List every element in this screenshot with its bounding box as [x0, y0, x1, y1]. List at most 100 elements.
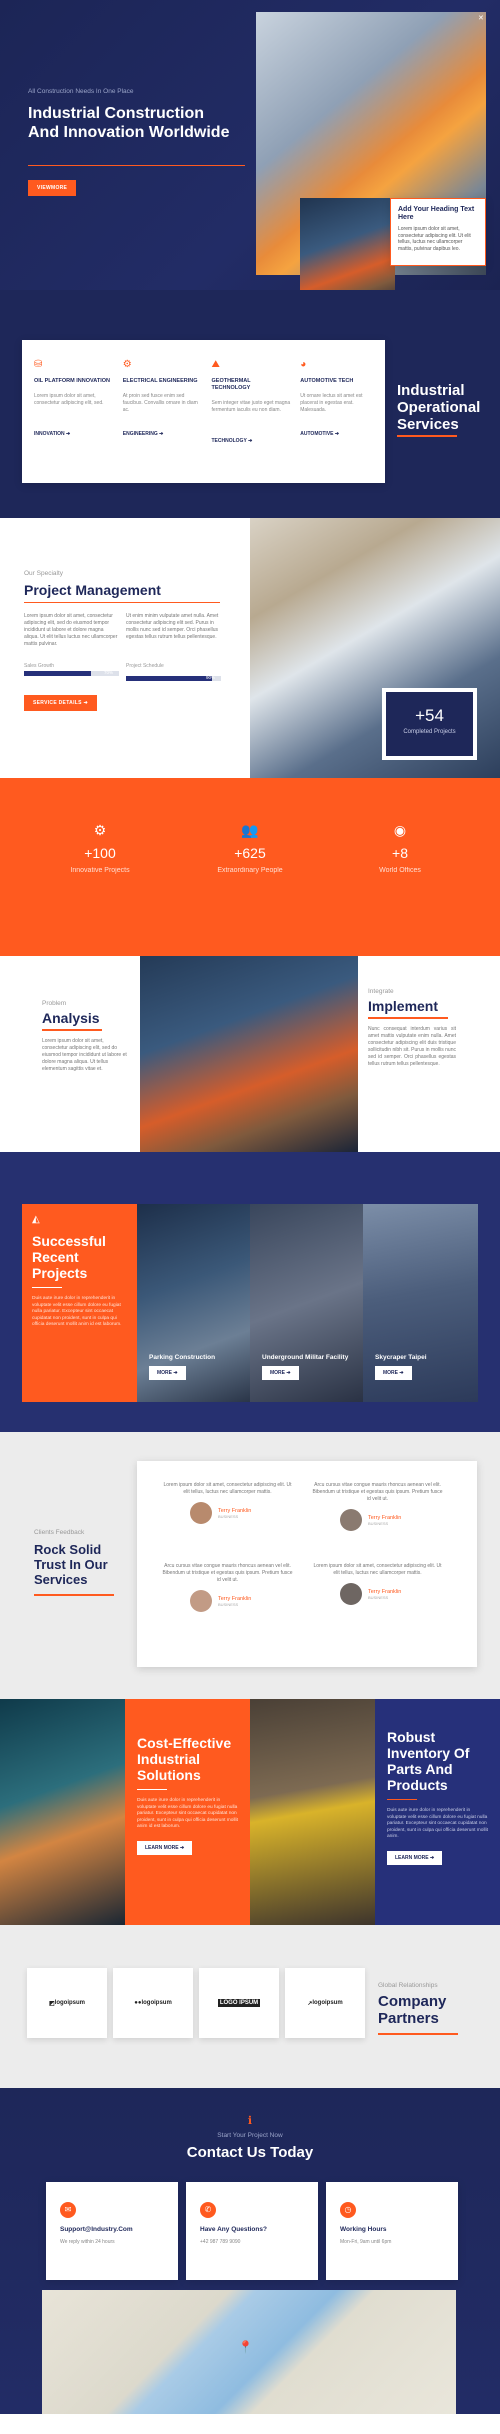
sales-growth-bar: 70%: [24, 670, 119, 676]
stat-value: +54: [415, 706, 444, 725]
service-title: OIL PLATFORM INNOVATION: [34, 378, 110, 384]
testimonials-underline: [34, 1594, 114, 1596]
bar1-label: Sales Growth: [24, 663, 55, 669]
stat-caption: Extraordinary People: [217, 867, 283, 874]
services-heading: Industrial Operational Services: [397, 382, 481, 433]
hero-divider: [28, 165, 245, 166]
callout-title: Add Your Heading Text Here: [398, 206, 475, 221]
hours-card[interactable]: ◷ Working Hours Mon-Fri, 9am until 6pm: [326, 2182, 458, 2280]
service-text: Sem integer vitae justo eget magna ferme…: [211, 400, 291, 413]
completed-projects-badge: +54 Completed Projects: [382, 688, 477, 760]
partner-logo[interactable]: LOGO IPSUM: [199, 1968, 279, 2038]
project-card-skyscraper[interactable]: Skycraper Taipei MORE ➔: [363, 1204, 478, 1402]
testimonials-title: Rock Solid Trust In Our Services: [34, 1542, 108, 1587]
info-icon: ℹ: [247, 2115, 253, 2127]
location-map[interactable]: 📍: [42, 2290, 456, 2414]
contact-section: ℹ Start Your Project Now Contact Us Toda…: [0, 2088, 500, 2414]
hero-section: All Construction Needs In One Place Indu…: [0, 0, 500, 290]
implement-underline: [368, 1017, 448, 1019]
partners-underline: [378, 2033, 458, 2035]
stats-section: ⚙ +100 Innovative Projects 👥 +625 Extrao…: [0, 778, 500, 956]
stat-label: Completed Projects: [403, 729, 456, 735]
more-button[interactable]: MORE ➔: [375, 1366, 412, 1380]
email-card[interactable]: ✉ Support@Industry.Com We reply within 2…: [46, 2182, 178, 2280]
inventory-title: Robust Inventory Of Parts And Products: [387, 1729, 470, 1793]
analysis-section: Problem Analysis Lorem ipsum dolor sit a…: [0, 956, 500, 1152]
geothermal-icon: ⛰: [211, 359, 220, 370]
more-button[interactable]: MORE ➔: [149, 1366, 186, 1380]
testimonial-item: Lorem ipsum dolor sit amet, consectetur …: [160, 1482, 310, 1531]
learn-more-button-2[interactable]: LEARN MORE ➔: [387, 1850, 443, 1865]
briefcase-icon: ◭: [32, 1214, 40, 1225]
close-icon[interactable]: ✕: [478, 14, 484, 22]
stat-number: +100: [84, 845, 116, 861]
testimonial-grid: Lorem ipsum dolor sit amet, consectetur …: [160, 1482, 460, 1612]
service-text: Ut ornare lectus sit amet est placerat i…: [300, 393, 363, 413]
partner-logo[interactable]: ↗ logoipsum: [285, 1968, 365, 2038]
contact-title: Contact Us Today: [186, 2144, 314, 2161]
innovation-link[interactable]: INNOVATION ➔: [34, 431, 113, 437]
stat-item: ⚙ +100 Innovative Projects: [50, 822, 150, 874]
implement-text: Nunc consequat interdum varius sit amet …: [368, 1026, 456, 1067]
view-more-button[interactable]: VIEWMORE: [28, 180, 77, 196]
project-name: Parking Construction: [149, 1354, 216, 1361]
recent-projects-section: ◭ Successful Recent Projects Duis aute i…: [0, 1152, 500, 1432]
phone-card[interactable]: ✆ Have Any Questions? +42 987 789 9090: [186, 2182, 318, 2280]
partners-title: Company Partners: [378, 1993, 447, 2027]
service-title: AUTOMOTIVE TECH: [300, 378, 354, 384]
technology-link[interactable]: TECHNOLOGY ➔: [212, 438, 291, 444]
partner-logo[interactable]: ◩ logoipsum: [27, 1968, 107, 2038]
arrow-right-icon: ➔: [334, 431, 340, 437]
arrow-right-icon: ➔: [159, 431, 164, 437]
testimonial-item: Arcu cursus vitae congue mauris rhoncus …: [160, 1563, 310, 1612]
excavator-photo: [250, 1699, 375, 1925]
analysis-title: Analysis: [42, 1010, 100, 1026]
testimonial-item: Arcu cursus vitae congue mauris rhoncus …: [310, 1482, 460, 1531]
service-item: ◕ AUTOMOTIVE TECH Ut ornare lectus sit a…: [300, 360, 379, 444]
testimonials-kicker: Clients Feedback: [34, 1529, 85, 1536]
arrow-right-icon: ➔: [248, 438, 253, 444]
service-item: ⛁ OIL PLATFORM INNOVATION Lorem ipsum do…: [34, 360, 113, 444]
service-details-button[interactable]: SERVICE DETAILS ➜: [24, 695, 97, 711]
hero-callout-card: Add Your Heading Text Here Lorem ipsum d…: [390, 198, 486, 266]
stat-caption: Innovative Projects: [70, 867, 130, 874]
service-text: Lorem ipsum dolor sit amet, consectetur …: [34, 393, 104, 406]
project-card-underground[interactable]: Underground Militar Facility MORE ➔: [250, 1204, 363, 1402]
stat-number: +625: [234, 845, 266, 861]
partner-logo[interactable]: ●● logoipsum: [113, 1968, 193, 2038]
map-pin-icon: 📍: [238, 2340, 253, 2354]
service-title: ELECTRICAL ENGINEERING: [122, 378, 198, 384]
bar2-label: Project Schedule: [126, 663, 164, 669]
partner-logos: ◩ logoipsum ●● logoipsum LOGO IPSUM ↗ lo…: [27, 1968, 365, 2038]
project-text-2: Ut enim minim vulputate amet nulla. Amet…: [126, 613, 219, 640]
services-underline: [397, 435, 457, 437]
implement-title: Implement: [368, 998, 439, 1014]
automotive-link[interactable]: AUTOMOTIVE ➔: [300, 431, 379, 437]
avatar: [190, 1590, 212, 1612]
oil-platform-icon: ⛁: [34, 359, 43, 370]
solutions-section: Cost-Effective Industrial Solutions Duis…: [0, 1699, 500, 1925]
testimonial-item: Lorem ipsum dolor sit amet, consectetur …: [310, 1563, 460, 1612]
project-text-1: Lorem ipsum dolor sit amet, consectetur …: [24, 613, 118, 647]
engineering-link[interactable]: ENGINEERING ➔: [123, 431, 202, 437]
more-button[interactable]: MORE ➔: [262, 1366, 299, 1380]
analysis-text: Lorem ipsum dolor sit amet, consectetur …: [42, 1038, 127, 1072]
recent-projects-title: Successful Recent Projects: [32, 1233, 106, 1281]
contact-kicker: Start Your Project Now: [217, 2132, 283, 2139]
project-card-parking[interactable]: Parking Construction MORE ➔: [137, 1204, 250, 1402]
service-text: At proin sed fusce enim sed faucibus. Co…: [122, 393, 198, 413]
arrow-circle-icon: ➜: [83, 700, 88, 706]
phone-icon: ✆: [200, 2202, 216, 2218]
contact-cards: ✉ Support@Industry.Com We reply within 2…: [46, 2182, 458, 2280]
stat-item: 👥 +625 Extraordinary People: [200, 822, 300, 874]
service-item: ⛰ GEOTHERMAL TECHNOLOGY Sem integer vita…: [211, 359, 291, 445]
solutions-panel: Cost-Effective Industrial Solutions Duis…: [125, 1699, 250, 1925]
project-schedule-bar: 90%: [126, 675, 221, 681]
people-icon: 👥: [241, 822, 259, 838]
learn-more-button[interactable]: LEARN MORE ➔: [137, 1840, 193, 1855]
avatar: [190, 1502, 212, 1524]
arrow-right-icon: ➔: [66, 431, 71, 437]
avatar: [340, 1509, 362, 1531]
project-section: Our Specialty Project Management Lorem i…: [0, 518, 500, 778]
services-list: ⛁ OIL PLATFORM INNOVATION Lorem ipsum do…: [34, 359, 379, 445]
